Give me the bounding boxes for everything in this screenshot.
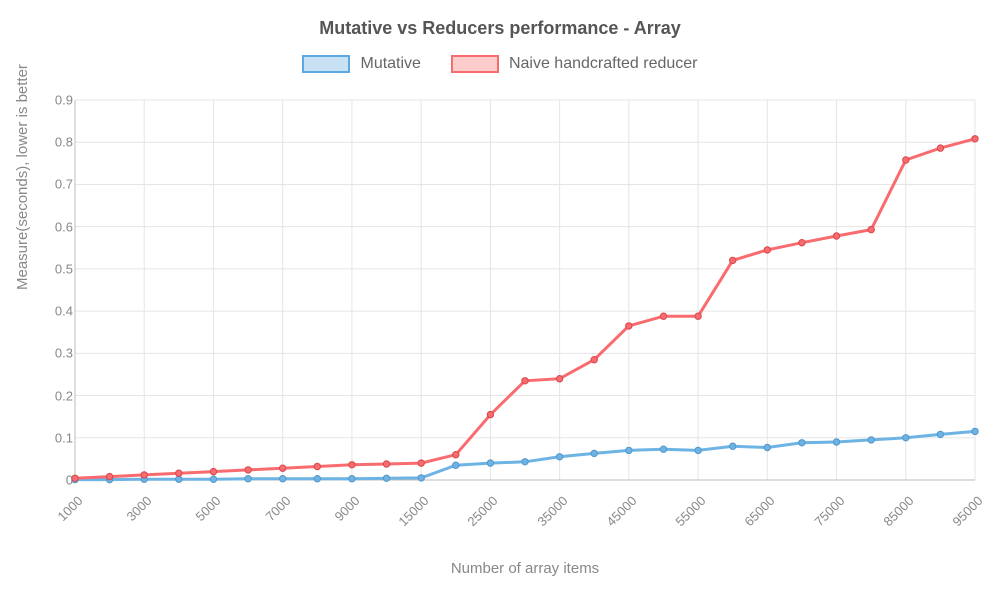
legend-swatch-mutative bbox=[302, 55, 350, 73]
legend-label-mutative: Mutative bbox=[360, 55, 420, 73]
x-tick: 7000 bbox=[262, 493, 293, 524]
x-tick: 3000 bbox=[124, 493, 155, 524]
y-tick: 0.3 bbox=[35, 346, 73, 361]
plot-area bbox=[75, 100, 975, 480]
x-tick: 55000 bbox=[672, 493, 708, 529]
legend: Mutative Naive handcrafted reducer bbox=[0, 55, 1000, 73]
x-tick: 85000 bbox=[880, 493, 916, 529]
x-tick: 1000 bbox=[55, 493, 86, 524]
plot-svg bbox=[75, 100, 975, 480]
y-axis-label: Measure(seconds), lower is better bbox=[14, 64, 31, 290]
legend-label-naive: Naive handcrafted reducer bbox=[509, 55, 698, 73]
y-tick: 0 bbox=[35, 473, 73, 488]
x-tick: 65000 bbox=[742, 493, 778, 529]
legend-item-naive: Naive handcrafted reducer bbox=[451, 55, 698, 73]
x-tick: 15000 bbox=[396, 493, 432, 529]
y-tick: 0.6 bbox=[35, 219, 73, 234]
y-tick: 0.8 bbox=[35, 135, 73, 150]
y-axis-ticks: 00.10.20.30.40.50.60.70.80.9 bbox=[35, 100, 73, 480]
x-tick: 25000 bbox=[465, 493, 501, 529]
x-tick: 45000 bbox=[603, 493, 639, 529]
x-tick: 35000 bbox=[534, 493, 570, 529]
x-axis-ticks: 1000300050007000900015000250003500045000… bbox=[75, 485, 975, 555]
x-tick: 9000 bbox=[331, 493, 362, 524]
y-tick: 0.5 bbox=[35, 261, 73, 276]
legend-item-mutative: Mutative bbox=[302, 55, 420, 73]
legend-swatch-naive bbox=[451, 55, 499, 73]
y-tick: 0.1 bbox=[35, 430, 73, 445]
x-axis-label: Number of array items bbox=[75, 560, 975, 577]
y-tick: 0.4 bbox=[35, 304, 73, 319]
chart-title: Mutative vs Reducers performance - Array bbox=[0, 18, 1000, 39]
y-tick: 0.7 bbox=[35, 177, 73, 192]
x-tick: 75000 bbox=[811, 493, 847, 529]
y-tick: 0.9 bbox=[35, 93, 73, 108]
x-tick: 5000 bbox=[193, 493, 224, 524]
x-tick: 95000 bbox=[949, 493, 985, 529]
y-tick: 0.2 bbox=[35, 388, 73, 403]
